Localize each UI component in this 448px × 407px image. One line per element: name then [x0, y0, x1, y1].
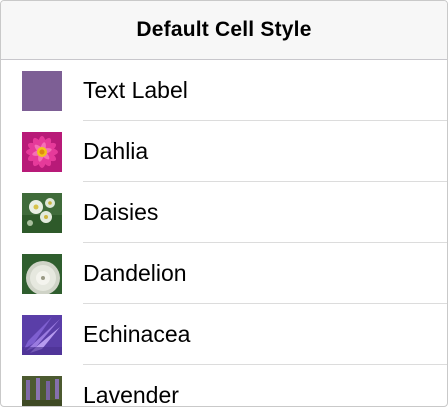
table-row[interactable]: Echinacea [1, 304, 447, 365]
dandelion-photo-icon [22, 253, 62, 294]
cell-label: Dandelion [83, 260, 187, 286]
navigation-bar: Default Cell Style [1, 1, 447, 60]
table-row[interactable]: Dahlia [1, 121, 447, 182]
screen: Default Cell Style Text Label Dahlia Dai… [0, 0, 448, 407]
cell-label: Echinacea [83, 321, 191, 347]
table-row[interactable]: Daisies [1, 182, 447, 243]
echinacea-photo-icon [22, 314, 62, 355]
table-row[interactable]: Lavender [1, 365, 447, 407]
cell-label: Text Label [83, 77, 188, 103]
table-row[interactable]: Dandelion [1, 243, 447, 304]
navbar-title: Default Cell Style [136, 18, 312, 41]
cell-label: Lavender [83, 382, 179, 407]
dahlia-photo-icon [22, 131, 62, 172]
table-view[interactable]: Text Label Dahlia Daisies Dandelion Echi… [1, 60, 447, 407]
daisies-photo-icon [22, 192, 62, 233]
purple-swatch-icon [22, 70, 62, 111]
lavender-photo-icon [22, 375, 62, 406]
cell-label: Daisies [83, 199, 159, 225]
cell-label: Dahlia [83, 138, 149, 164]
table-row[interactable]: Text Label [1, 60, 447, 121]
